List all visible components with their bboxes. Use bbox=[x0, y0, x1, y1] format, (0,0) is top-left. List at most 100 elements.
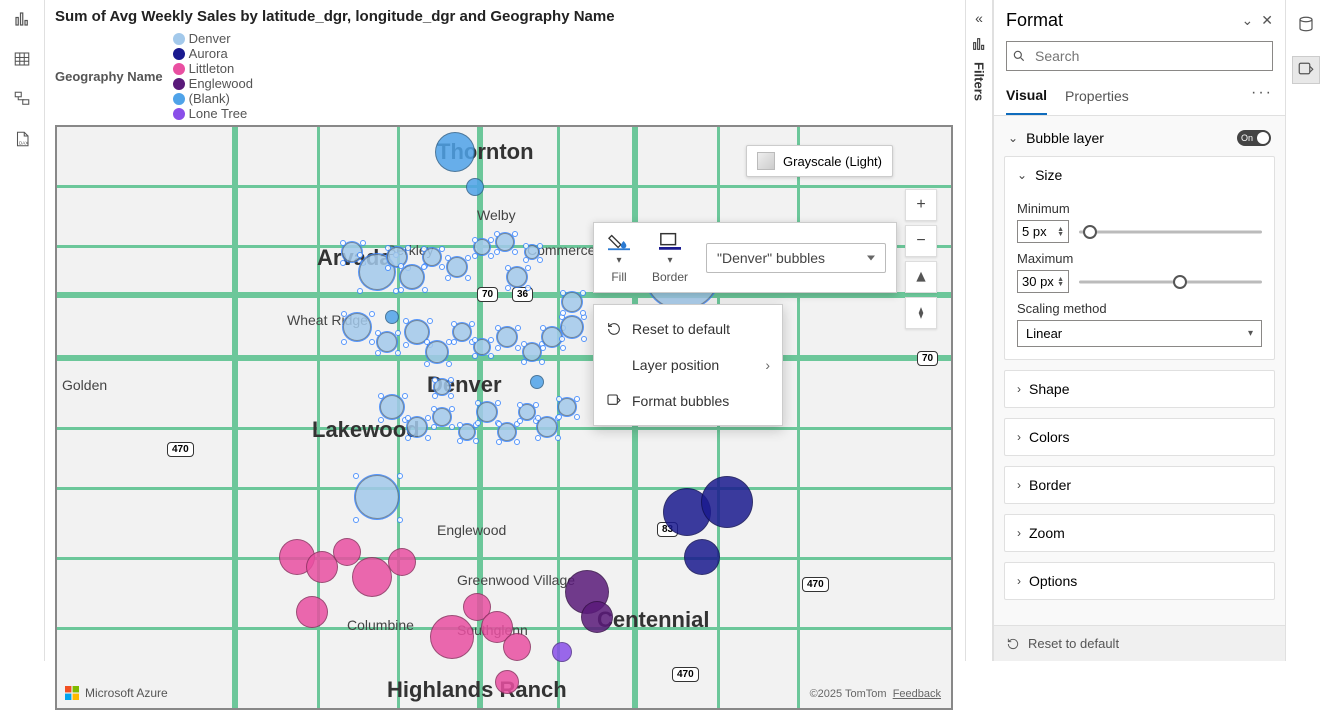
format-reset-button[interactable]: Reset to default bbox=[994, 625, 1285, 661]
map-bubble[interactable] bbox=[503, 633, 531, 661]
layer-position-menu-item[interactable]: Layer position › bbox=[594, 347, 782, 383]
collapse-pane-icon[interactable]: ⌄ bbox=[1242, 12, 1254, 29]
map-bubble[interactable] bbox=[523, 343, 541, 361]
map-bubble[interactable] bbox=[525, 245, 539, 259]
map-bubble[interactable] bbox=[552, 642, 572, 662]
border-button[interactable]: ▾ Border bbox=[648, 229, 692, 286]
map-bubble[interactable] bbox=[387, 247, 407, 267]
map-bubble[interactable] bbox=[519, 404, 535, 420]
legend-item[interactable]: Lone Tree bbox=[173, 106, 253, 121]
map-bubble[interactable] bbox=[377, 332, 397, 352]
map-style-selector[interactable]: Grayscale (Light) bbox=[746, 145, 893, 177]
map-visual[interactable]: ThorntonArvadaBerkleyWelbyCommerce CityW… bbox=[55, 125, 953, 710]
compass-button[interactable] bbox=[905, 297, 937, 329]
report-view-icon[interactable] bbox=[11, 8, 33, 30]
map-bubble[interactable] bbox=[497, 327, 517, 347]
map-bubble[interactable] bbox=[498, 423, 516, 441]
map-bubble[interactable] bbox=[701, 476, 753, 528]
data-drawer-icon[interactable] bbox=[1292, 10, 1320, 38]
bubble-layer-toggle[interactable]: On bbox=[1237, 130, 1271, 146]
chevron-right-icon: › bbox=[1017, 526, 1021, 540]
map-bubble[interactable] bbox=[426, 341, 448, 363]
map-bubble[interactable] bbox=[333, 538, 361, 566]
shape-section: ›Shape bbox=[1004, 370, 1275, 408]
tab-visual[interactable]: Visual bbox=[1006, 79, 1047, 115]
map-bubble[interactable] bbox=[400, 265, 424, 289]
city-label: Columbine bbox=[347, 617, 414, 633]
fill-button[interactable]: ▾ Fill bbox=[604, 229, 634, 286]
map-bubble[interactable] bbox=[495, 670, 519, 694]
right-panes-rail bbox=[1285, 0, 1325, 661]
scaling-method-select[interactable]: Linear ▾ bbox=[1017, 320, 1262, 347]
format-bubbles-menu-item[interactable]: Format bubbles bbox=[594, 383, 782, 419]
map-bubble[interactable] bbox=[388, 548, 416, 576]
map-bubble[interactable] bbox=[474, 339, 490, 355]
filters-label: Filters bbox=[972, 62, 987, 101]
map-bubble[interactable] bbox=[537, 417, 557, 437]
map-bubble[interactable] bbox=[423, 248, 441, 266]
chart-title: Sum of Avg Weekly Sales by latitude_dgr,… bbox=[55, 8, 955, 25]
reset-default-menu-item[interactable]: Reset to default bbox=[594, 311, 782, 347]
min-size-slider[interactable] bbox=[1079, 222, 1262, 242]
map-bubble[interactable] bbox=[530, 375, 544, 389]
legend-item[interactable]: Littleton bbox=[173, 61, 253, 76]
min-size-input[interactable]: 5 px ▲▼ bbox=[1017, 220, 1069, 243]
bubble-layer-section[interactable]: ⌄ Bubble layer On bbox=[1004, 124, 1275, 156]
map-bubble[interactable] bbox=[352, 557, 392, 597]
table-view-icon[interactable] bbox=[11, 48, 33, 70]
legend-item[interactable]: Englewood bbox=[173, 76, 253, 91]
map-bubble[interactable] bbox=[496, 233, 514, 251]
max-size-slider[interactable] bbox=[1079, 272, 1262, 292]
map-bubble[interactable] bbox=[343, 313, 371, 341]
map-bubble[interactable] bbox=[434, 379, 450, 395]
legend-item[interactable]: (Blank) bbox=[173, 91, 253, 106]
map-bubble[interactable] bbox=[355, 475, 399, 519]
map-bubble[interactable] bbox=[558, 398, 576, 416]
map-bubble[interactable] bbox=[684, 539, 720, 575]
map-bubble[interactable] bbox=[466, 178, 484, 196]
format-search-input[interactable] bbox=[1006, 41, 1273, 71]
legend-dot-icon bbox=[173, 63, 185, 75]
chevron-right-icon: › bbox=[1017, 430, 1021, 444]
feedback-link[interactable]: Feedback bbox=[893, 688, 941, 700]
pitch-button[interactable] bbox=[905, 261, 937, 293]
map-bubble[interactable] bbox=[459, 424, 475, 440]
format-drawer-icon[interactable] bbox=[1292, 56, 1320, 84]
tab-properties[interactable]: Properties bbox=[1065, 80, 1129, 114]
dax-view-icon[interactable]: DAX bbox=[11, 128, 33, 150]
map-controls: + − bbox=[905, 189, 937, 329]
format-pane: Format ⌄ ✕ Visual Properties ··· ⌄ Bubbl… bbox=[993, 0, 1285, 661]
zoom-in-button[interactable]: + bbox=[905, 189, 937, 221]
size-header[interactable]: ⌄ Size bbox=[1005, 157, 1274, 193]
route-shield: 470 bbox=[167, 442, 194, 457]
map-bubble[interactable] bbox=[561, 316, 583, 338]
map-bubble[interactable] bbox=[407, 417, 427, 437]
zoom-out-button[interactable]: − bbox=[905, 225, 937, 257]
map-bubble[interactable] bbox=[562, 292, 582, 312]
map-bubble[interactable] bbox=[477, 402, 497, 422]
map-bubble[interactable] bbox=[581, 601, 613, 633]
map-bubble[interactable] bbox=[447, 257, 467, 277]
map-bubble[interactable] bbox=[430, 615, 474, 659]
bubble-series-dropdown[interactable]: "Denver" bubbles bbox=[706, 243, 886, 273]
map-bubble[interactable] bbox=[380, 395, 404, 419]
bubble-context-menu: Reset to default Layer position › Format… bbox=[593, 304, 783, 426]
more-options-button[interactable]: ··· bbox=[1251, 84, 1273, 110]
legend-item[interactable]: Aurora bbox=[173, 46, 253, 61]
model-view-icon[interactable] bbox=[11, 88, 33, 110]
filters-collapsed-pane[interactable]: « Filters bbox=[965, 0, 993, 661]
map-bubble[interactable] bbox=[435, 132, 475, 172]
map-bubble[interactable] bbox=[385, 310, 399, 324]
format-tabs: Visual Properties ··· bbox=[994, 79, 1285, 116]
reset-icon bbox=[606, 321, 622, 337]
map-bubble[interactable] bbox=[433, 408, 451, 426]
legend-item[interactable]: Denver bbox=[173, 31, 253, 46]
map-bubble[interactable] bbox=[453, 323, 471, 341]
expand-filters-icon[interactable]: « bbox=[975, 10, 983, 26]
map-bubble[interactable] bbox=[474, 239, 490, 255]
max-size-input[interactable]: 30 px ▲▼ bbox=[1017, 270, 1069, 293]
map-bubble[interactable] bbox=[296, 596, 328, 628]
map-bubble[interactable] bbox=[507, 267, 527, 287]
legend-dot-icon bbox=[173, 93, 185, 105]
close-pane-icon[interactable]: ✕ bbox=[1261, 12, 1273, 29]
